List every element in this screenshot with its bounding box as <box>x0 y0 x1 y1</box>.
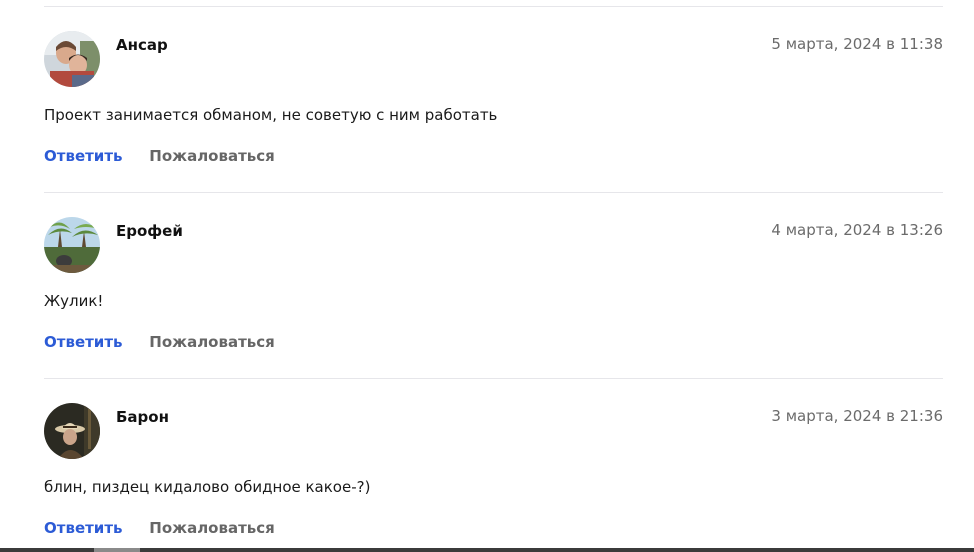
comment-date: 3 марта, 2024 в 21:36 <box>771 407 943 425</box>
scrollbar-thumb[interactable] <box>94 548 140 552</box>
comment-item: Ансар 5 марта, 2024 в 11:38 Проект заним… <box>44 7 943 192</box>
comment-date: 4 марта, 2024 в 13:26 <box>771 221 943 239</box>
comment-date: 5 марта, 2024 в 11:38 <box>771 35 943 53</box>
comment-text: Проект занимается обманом, не советую с … <box>44 106 498 124</box>
avatar[interactable] <box>44 217 100 273</box>
comment-text: Жулик! <box>44 292 104 310</box>
reply-button[interactable]: Ответить <box>44 519 123 537</box>
comment-item: Барон 3 марта, 2024 в 21:36 блин, пиздец… <box>44 379 943 552</box>
report-button[interactable]: Пожаловаться <box>149 147 275 165</box>
avatar[interactable] <box>44 403 100 459</box>
avatar[interactable] <box>44 31 100 87</box>
user-photo-icon <box>44 31 100 87</box>
comment-item: Ерофей 4 марта, 2024 в 13:26 Жулик! Отве… <box>44 193 943 378</box>
comments-page: Ансар 5 марта, 2024 в 11:38 Проект заним… <box>0 0 974 552</box>
comment-author: Ансар <box>116 36 168 54</box>
reply-button[interactable]: Ответить <box>44 147 123 165</box>
comment-actions: Ответить Пожаловаться <box>44 519 275 537</box>
comment-actions: Ответить Пожаловаться <box>44 333 275 351</box>
comment-actions: Ответить Пожаловаться <box>44 147 275 165</box>
comment-list: Ансар 5 марта, 2024 в 11:38 Проект заним… <box>44 6 943 552</box>
comment-author: Ерофей <box>116 222 183 240</box>
report-button[interactable]: Пожаловаться <box>149 519 275 537</box>
horizontal-scrollbar[interactable] <box>0 548 974 552</box>
user-photo-icon <box>44 217 100 273</box>
comment-author: Барон <box>116 408 169 426</box>
report-button[interactable]: Пожаловаться <box>149 333 275 351</box>
user-photo-icon <box>44 403 100 459</box>
comment-text: блин, пиздец кидалово обидное какое-?) <box>44 478 371 496</box>
reply-button[interactable]: Ответить <box>44 333 123 351</box>
